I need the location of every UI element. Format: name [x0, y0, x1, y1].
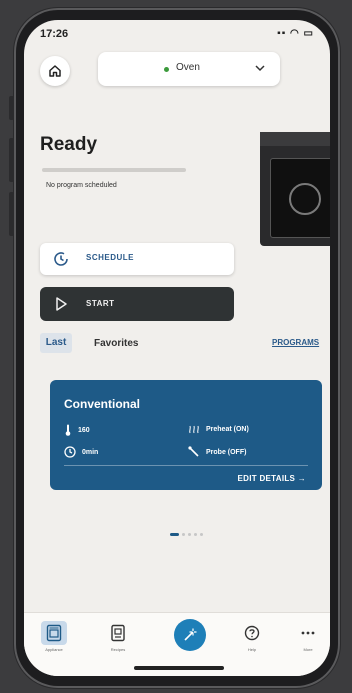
oven-image: [260, 132, 330, 246]
nav-more[interactable]: More: [288, 621, 328, 652]
timer-icon: [64, 446, 76, 458]
tab-favorites[interactable]: Favorites: [94, 338, 138, 349]
nav-appliance[interactable]: Appliance: [34, 621, 74, 652]
program-title: Conventional: [64, 397, 141, 411]
nav-help-label: Help: [247, 647, 257, 652]
app-screen: 17:26 ▪▪ ◠ ▭ Oven Ready No program sched…: [24, 20, 330, 676]
mute-switch: [9, 96, 14, 120]
volume-up-button: [9, 138, 14, 182]
schedule-button-label: SCHEDULE: [86, 253, 135, 262]
pager-dot[interactable]: [182, 533, 185, 536]
carousel-pager: [170, 533, 203, 536]
programs-link[interactable]: PROGRAMS: [272, 338, 319, 347]
appliance-selector[interactable]: Oven: [98, 52, 280, 86]
status-bar: 17:26 ▪▪ ◠ ▭: [40, 28, 314, 42]
play-icon: [56, 297, 67, 311]
probe-item: Probe (OFF): [188, 446, 246, 458]
recipes-icon: [111, 624, 125, 642]
pager-dot[interactable]: [200, 533, 203, 536]
preheat-icon: [189, 425, 199, 434]
nav-recipes-label: Recipes: [110, 647, 126, 652]
home-indicator[interactable]: [134, 666, 224, 670]
pager-dot[interactable]: [188, 533, 191, 536]
home-icon: [49, 65, 61, 77]
program-card[interactable]: Conventional 160 Preheat (ON) 0min Probe…: [50, 380, 322, 490]
pager-dot[interactable]: [170, 533, 179, 536]
program-progress-bar: [42, 168, 186, 172]
duration-item: 0min: [64, 446, 98, 458]
help-icon: [244, 625, 260, 641]
thermometer-icon: [65, 424, 71, 436]
volume-down-button: [9, 192, 14, 236]
temperature-value: 160: [78, 426, 90, 434]
more-icon: [301, 631, 315, 635]
probe-value: Probe (OFF): [206, 448, 247, 456]
preheat-item: Preheat (ON): [188, 424, 249, 434]
nav-help[interactable]: Help: [232, 621, 272, 652]
preheat-value: Preheat (ON): [206, 425, 249, 433]
nav-appliance-label: Appliance: [45, 647, 63, 652]
appliance-icon: [46, 624, 62, 642]
status-time: 17:26: [40, 28, 69, 40]
chevron-down-icon: [255, 65, 265, 72]
magic-wand-button[interactable]: [174, 619, 206, 651]
magic-wand-icon: [184, 628, 197, 641]
start-button-label: START: [86, 299, 115, 308]
nav-recipes[interactable]: Recipes: [98, 621, 138, 652]
edit-details-link[interactable]: EDIT DETAILS →: [238, 474, 307, 483]
probe-icon: [188, 446, 199, 457]
tab-last[interactable]: Last: [40, 333, 72, 353]
home-button[interactable]: [40, 56, 70, 86]
status-dot: [164, 67, 169, 72]
schedule-status-text: No program scheduled: [46, 182, 117, 189]
appliance-name: Oven: [176, 62, 200, 73]
duration-value: 0min: [82, 448, 99, 456]
temperature-item: 160: [64, 424, 90, 436]
pager-dot[interactable]: [194, 533, 197, 536]
appliance-status-title: Ready: [40, 134, 98, 155]
card-divider: [64, 465, 308, 466]
nav-more-label: More: [303, 647, 313, 652]
start-button[interactable]: START: [40, 287, 234, 321]
schedule-button[interactable]: SCHEDULE: [40, 243, 234, 275]
clock-icon: [54, 252, 68, 266]
status-icons: ▪▪ ◠ ▭: [277, 28, 314, 39]
